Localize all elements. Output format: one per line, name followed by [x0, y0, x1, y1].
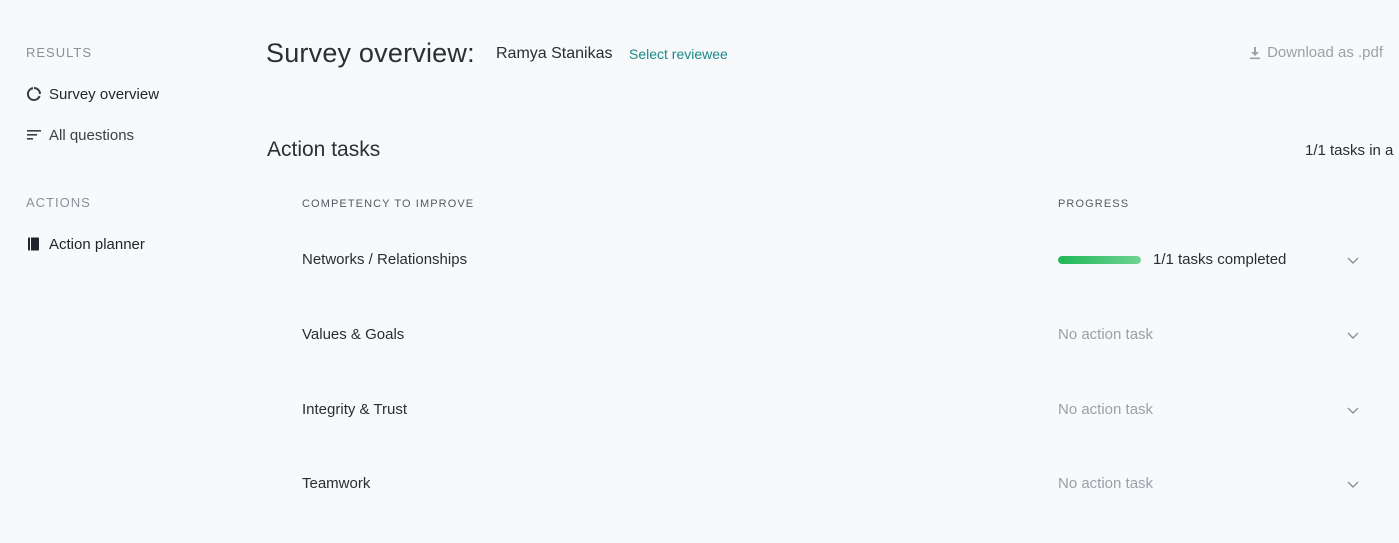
table-row[interactable]: Teamwork No action task [0, 473, 1399, 497]
competency-name: Networks / Relationships [302, 251, 468, 268]
competency-name: Values & Goals [302, 326, 405, 343]
progress-text: No action task [1058, 326, 1154, 343]
list-lines-icon [26, 127, 42, 143]
progress-cell: 1/1 tasks completed [1058, 251, 1286, 268]
sidebar-item-label: Survey overview [49, 85, 160, 103]
chevron-down-icon[interactable] [1346, 477, 1360, 491]
actions-section-label: ACTIONS [26, 195, 91, 210]
section-title-action-tasks: Action tasks [267, 138, 381, 161]
sidebar-item-all-questions[interactable]: All questions [26, 124, 134, 146]
progress-cell: No action task [1058, 401, 1153, 418]
progress-bar-fill [1058, 255, 1141, 264]
donut-chart-icon [26, 86, 42, 102]
column-header-competency: COMPETENCY TO IMPROVE [302, 198, 475, 210]
progress-text: No action task [1058, 475, 1154, 492]
download-icon [1250, 46, 1261, 59]
competency-name: Integrity & Trust [302, 401, 408, 418]
progress-cell: No action task [1058, 326, 1153, 343]
reviewee-name: Ramya Stanikas [496, 45, 613, 62]
select-reviewee-link[interactable]: Select reviewee [629, 46, 728, 62]
chevron-down-icon[interactable] [1346, 253, 1360, 267]
download-label: Download as .pdf [1267, 44, 1383, 61]
table-row[interactable]: Networks / Relationships 1/1 tasks compl… [0, 249, 1399, 273]
chevron-down-icon[interactable] [1346, 328, 1360, 342]
progress-text: No action task [1058, 401, 1154, 418]
sidebar-item-survey-overview[interactable]: Survey overview [26, 83, 159, 105]
chevron-down-icon[interactable] [1346, 403, 1360, 417]
table-row[interactable]: Integrity & Trust No action task [0, 399, 1399, 423]
table-row[interactable]: Values & Goals No action task [0, 324, 1399, 348]
download-pdf-button[interactable]: Download as .pdf [1249, 44, 1383, 61]
sidebar-item-label: All questions [49, 126, 135, 144]
tasks-summary: 1/1 tasks in a [1305, 142, 1394, 159]
progress-bar [1058, 255, 1141, 264]
page-title: Survey overview: [266, 38, 475, 68]
progress-text: 1/1 tasks completed [1153, 251, 1287, 268]
competency-name: Teamwork [302, 475, 371, 492]
progress-cell: No action task [1058, 475, 1153, 492]
column-header-progress: PROGRESS [1058, 198, 1130, 210]
results-section-label: RESULTS [26, 45, 92, 60]
